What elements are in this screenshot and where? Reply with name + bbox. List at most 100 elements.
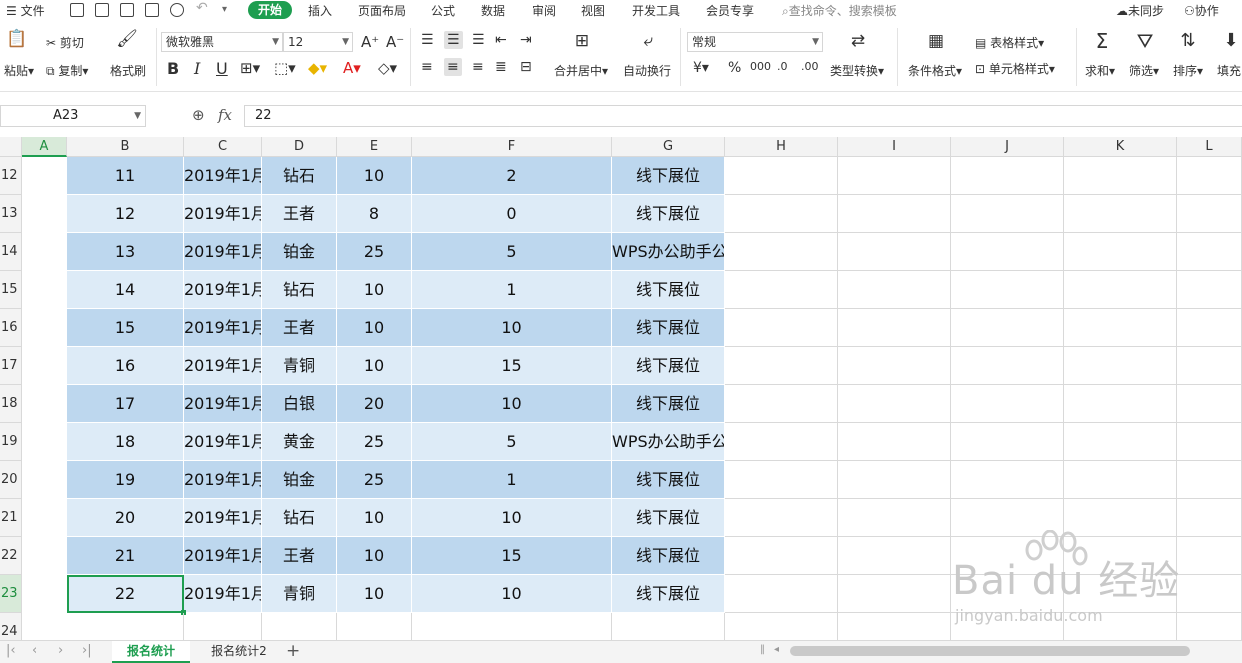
cell-I24[interactable] [951,613,1064,640]
column-header-J[interactable]: J [951,137,1064,157]
cell-B13[interactable]: 2019年1月2日 [184,195,262,233]
cell-B14[interactable]: 2019年1月2日 [184,233,262,271]
sheet-tab-1[interactable]: 报名统计 [112,641,190,663]
split-handle[interactable]: ‖ [760,644,765,655]
cell-style-button[interactable]: ⊡ 单元格样式▾ [975,60,1055,77]
font-name-select[interactable]: 微软雅黑 ▼ [161,32,283,52]
cell-A16[interactable]: 15 [67,309,184,347]
file-menu[interactable]: ☰ 文件 [6,2,45,19]
merge-center-button[interactable]: 合并居中▾ [554,62,608,79]
tab-2[interactable]: 页面布局 [358,2,406,19]
sort-icon[interactable]: ⇅ [1176,32,1200,50]
cell-I17[interactable] [951,347,1064,385]
cell-K15[interactable] [1177,271,1242,309]
cell-I21[interactable] [951,499,1064,537]
align-center-icon[interactable]: ≡ [444,58,462,76]
borders-icon[interactable]: ⊞▾ [240,59,260,77]
cell-E23[interactable]: 10 [412,575,612,613]
cell-F16[interactable]: 线下展位 [612,309,725,347]
cell-G15[interactable] [725,271,838,309]
cell-K14[interactable] [1177,233,1242,271]
cell-G24[interactable] [725,613,838,640]
cell-J12[interactable] [1064,157,1177,195]
paste-button[interactable]: 粘贴▾ [4,62,34,79]
last-sheet-icon[interactable]: ›| [82,643,92,658]
add-sheet-icon[interactable]: + [286,641,300,661]
row-header[interactable]: 23 [0,575,22,613]
cell-D13[interactable]: 8 [337,195,412,233]
tab-8[interactable]: 会员专享 [706,2,754,19]
next-sheet-icon[interactable]: › [58,643,63,658]
cell-G14[interactable] [725,233,838,271]
cell-I12[interactable] [951,157,1064,195]
collab-button[interactable]: ⚇协作 [1184,2,1219,19]
cell-I19[interactable] [951,423,1064,461]
cell-K24[interactable] [1177,613,1242,640]
cell-D23[interactable]: 10 [337,575,412,613]
cell-B21[interactable]: 2019年1月2日 [184,499,262,537]
cell-E14[interactable]: 5 [412,233,612,271]
cell-E18[interactable]: 10 [412,385,612,423]
row-header[interactable]: 22 [0,537,22,575]
bold-button[interactable]: B [167,59,179,78]
cell-K23[interactable] [1177,575,1242,613]
cell-F21[interactable]: 线下展位 [612,499,725,537]
cell-C15[interactable]: 钻石 [262,271,337,309]
row-header[interactable]: 12 [0,157,22,195]
cell-J15[interactable] [1064,271,1177,309]
column-header-G[interactable]: G [612,137,725,157]
undo-icon[interactable]: ↶ [196,0,208,16]
cell-G23[interactable] [725,575,838,613]
cell-E17[interactable]: 15 [412,347,612,385]
cell-E15[interactable]: 1 [412,271,612,309]
cell-G13[interactable] [725,195,838,233]
cell-E12[interactable]: 2 [412,157,612,195]
cell-G19[interactable] [725,423,838,461]
cell-J13[interactable] [1064,195,1177,233]
fill-button[interactable]: 填充 [1217,62,1241,79]
column-header-A[interactable]: A [22,137,67,157]
cell-F18[interactable]: 线下展位 [612,385,725,423]
copy-button[interactable]: ⧉ 复制▾ [46,62,88,79]
cell-J16[interactable] [1064,309,1177,347]
search-box[interactable]: ⌕查找命令、搜索模板 [782,2,897,19]
align-left-icon[interactable]: ≡ [421,59,433,75]
cell-H24[interactable] [838,613,951,640]
cell-J23[interactable] [1064,575,1177,613]
cell-B20[interactable]: 2019年1月2日 [184,461,262,499]
filter-button[interactable]: 筛选▾ [1129,62,1159,79]
clear-format-icon[interactable]: ◇▾ [378,59,397,77]
quick-access-dropdown-icon[interactable]: ▾ [222,4,227,15]
cell-D12[interactable]: 10 [337,157,412,195]
cell-K22[interactable] [1177,537,1242,575]
cell-G16[interactable] [725,309,838,347]
align-right-icon[interactable]: ≡ [472,59,484,75]
cell-I23[interactable] [951,575,1064,613]
cell-J22[interactable] [1064,537,1177,575]
horizontal-scrollbar[interactable] [790,646,1190,656]
font-size-select[interactable]: 12 ▼ [283,32,353,52]
cell-G17[interactable] [725,347,838,385]
format-painter-button[interactable]: 格式刷 [110,62,146,79]
cell-G20[interactable] [725,461,838,499]
cell-D18[interactable]: 20 [337,385,412,423]
conditional-format-icon[interactable]: ▦ [924,32,948,50]
cell-D19[interactable]: 25 [337,423,412,461]
row-header[interactable]: 19 [0,423,22,461]
fx-icon[interactable]: fx [218,106,232,124]
cell-K18[interactable] [1177,385,1242,423]
tab-5[interactable]: 审阅 [532,2,556,19]
cell-K19[interactable] [1177,423,1242,461]
tab-3[interactable]: 公式 [431,2,455,19]
prev-sheet-icon[interactable]: ‹ [32,643,37,658]
cell-D15[interactable]: 10 [337,271,412,309]
cell-F15[interactable]: 线下展位 [612,271,725,309]
cell-E20[interactable]: 1 [412,461,612,499]
cell-F19[interactable]: WPS办公助手公众号的推文 [612,423,725,461]
cell-E24[interactable] [412,613,612,640]
cell-A21[interactable]: 20 [67,499,184,537]
cell-J21[interactable] [1064,499,1177,537]
row-header[interactable]: 15 [0,271,22,309]
row-header[interactable]: 24 [0,613,22,640]
cell-A18[interactable]: 17 [67,385,184,423]
